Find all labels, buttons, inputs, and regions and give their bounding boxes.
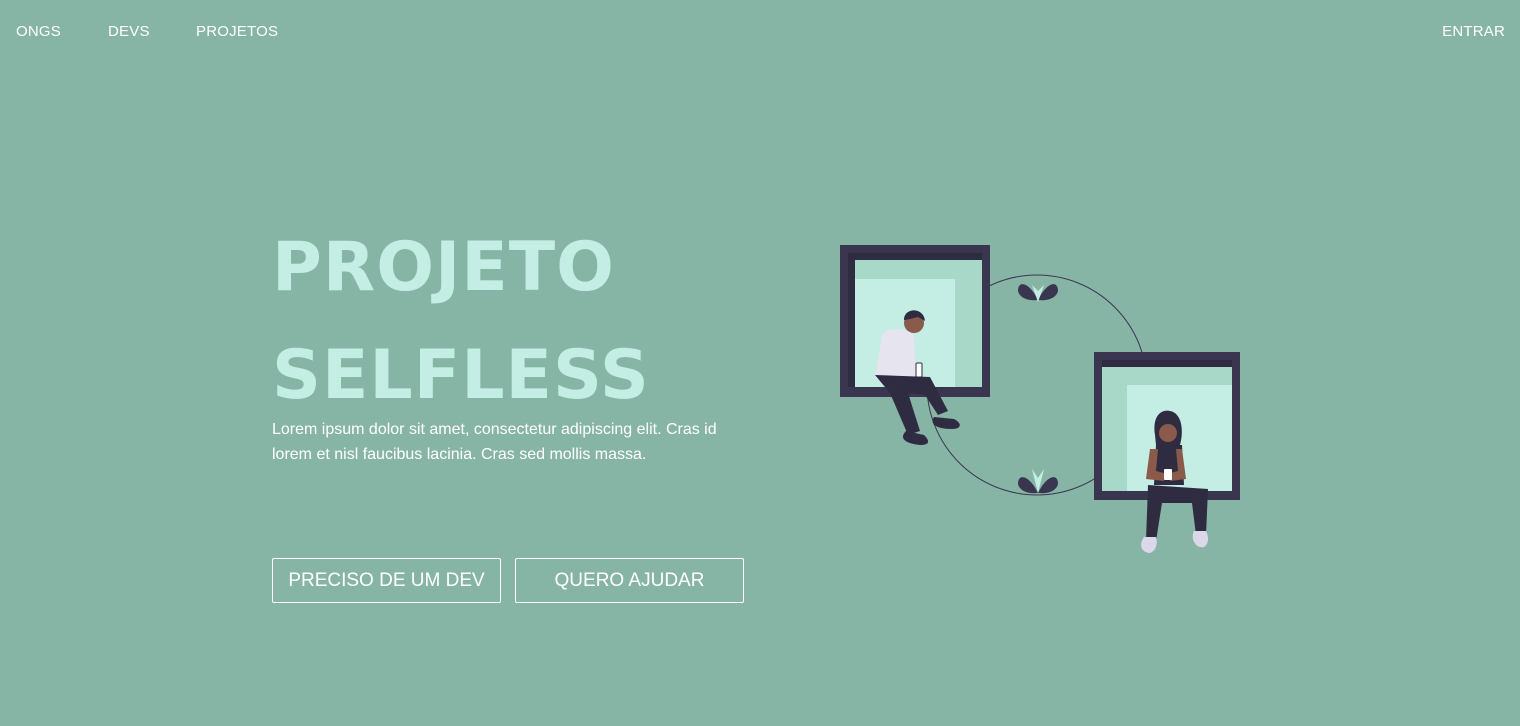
top-navigation: ONGS DEVS PROJETOS ENTRAR [0,0,1520,64]
need-dev-button[interactable]: PRECISO DE UM DEV [272,558,501,603]
login-link[interactable]: ENTRAR [1442,22,1505,42]
hero-title-line-2: SELFLESS [272,336,650,415]
hero-title-line-1: PROJETO [272,228,615,307]
want-help-button[interactable]: QUERO AJUDAR [515,558,744,603]
hero-title: PROJETO SELFLESS [272,214,650,430]
people-in-windows-illustration [840,245,1240,553]
leaf-bottom-icon [1018,469,1058,494]
nav-link-projetos[interactable]: PROJETOS [196,22,278,42]
leaf-top-icon [1018,284,1058,302]
nav-link-ongs[interactable]: ONGS [16,22,61,42]
hero-description: Lorem ipsum dolor sit amet, consectetur … [272,421,717,463]
nav-link-devs[interactable]: DEVS [108,22,150,42]
